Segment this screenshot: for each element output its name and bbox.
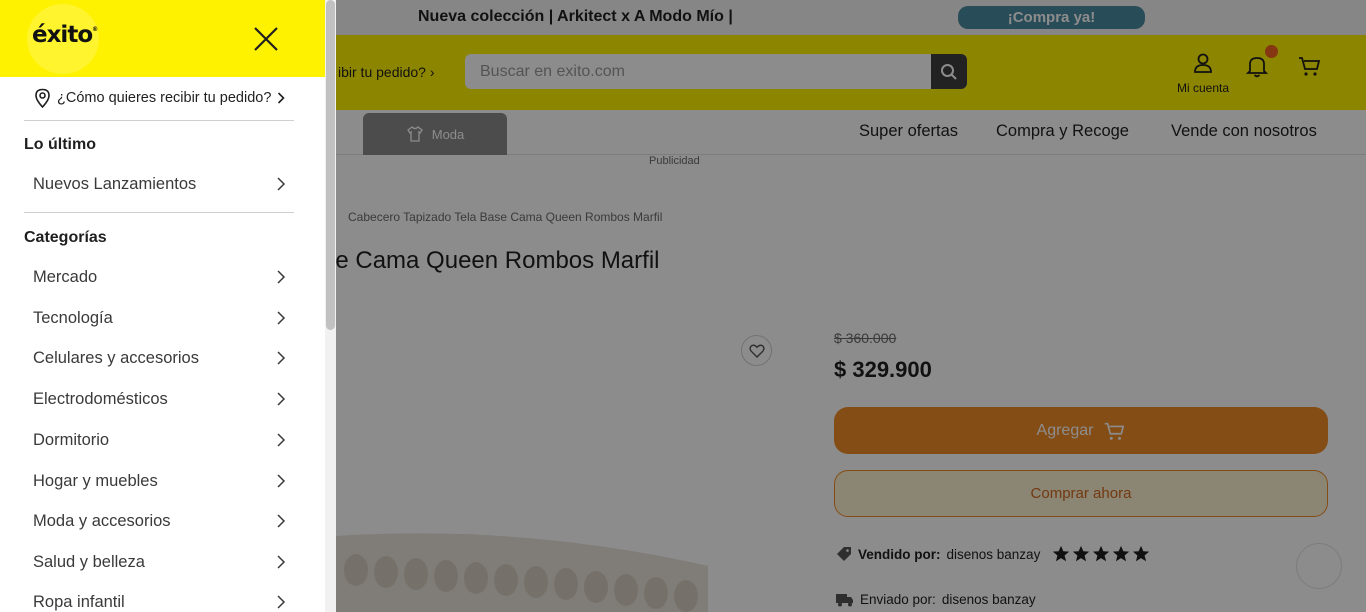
delivery-location-selector[interactable]: ¿Cómo quieres recibir tu pedido? (34, 88, 286, 108)
menu-item-ropa-infantil[interactable]: Ropa infantil (33, 588, 287, 612)
menu-item-label: Electrodomésticos (33, 389, 168, 408)
chevron-right-icon (277, 595, 286, 609)
chevron-right-icon (277, 474, 286, 488)
divider (24, 212, 294, 213)
menu-item-label: Mercado (33, 267, 98, 286)
divider (24, 120, 294, 121)
section-title-categories: Categorías (24, 229, 107, 246)
menu-item-label: Hogar y muebles (33, 471, 158, 490)
menu-item-electrodomesticos[interactable]: Electrodomésticos (33, 385, 287, 413)
menu-item-nuevos-lanzamientos[interactable]: Nuevos Lanzamientos (33, 170, 287, 198)
menu-item-label: Nuevos Lanzamientos (33, 174, 197, 193)
location-pin-icon (35, 88, 50, 108)
menu-item-label: Celulares y accesorios (33, 348, 199, 367)
close-icon (254, 27, 278, 51)
section-title-latest: Lo último (24, 136, 96, 153)
logo-text: éxito (32, 22, 93, 48)
chevron-right-icon (277, 392, 286, 406)
menu-item-moda-y-accesorios[interactable]: Moda y accesorios (33, 507, 287, 535)
drawer-scrollbar-thumb[interactable] (326, 0, 335, 330)
menu-item-label: Moda y accesorios (33, 511, 171, 530)
drawer-header: éxito® (0, 0, 325, 77)
chevron-right-icon (277, 514, 286, 528)
chevron-right-icon (277, 351, 286, 365)
chevron-right-icon (277, 311, 286, 325)
menu-item-celulares[interactable]: Celulares y accesorios (33, 344, 287, 372)
close-button[interactable] (250, 23, 282, 55)
menu-item-mercado[interactable]: Mercado (33, 263, 287, 291)
exito-logo[interactable]: éxito® (32, 22, 98, 48)
chevron-right-icon (277, 177, 286, 191)
registered-icon: ® (92, 26, 98, 33)
menu-item-dormitorio[interactable]: Dormitorio (33, 426, 287, 454)
chevron-right-icon (277, 270, 286, 284)
chevron-right-icon (278, 92, 286, 104)
menu-item-label: Tecnología (33, 308, 113, 327)
menu-item-label: Ropa infantil (33, 592, 125, 611)
menu-item-label: Dormitorio (33, 430, 110, 449)
delivery-location-label: ¿Cómo quieres recibir tu pedido? (57, 90, 272, 106)
menu-item-tecnologia[interactable]: Tecnología (33, 304, 287, 332)
chevron-right-icon (277, 433, 286, 447)
menu-item-label: Salud y belleza (33, 552, 145, 571)
side-menu-drawer: éxito® ¿Cómo quieres recibir tu pedido? … (0, 0, 336, 612)
menu-item-hogar-y-muebles[interactable]: Hogar y muebles (33, 467, 287, 495)
chevron-right-icon (277, 555, 286, 569)
menu-item-salud-y-belleza[interactable]: Salud y belleza (33, 548, 287, 576)
